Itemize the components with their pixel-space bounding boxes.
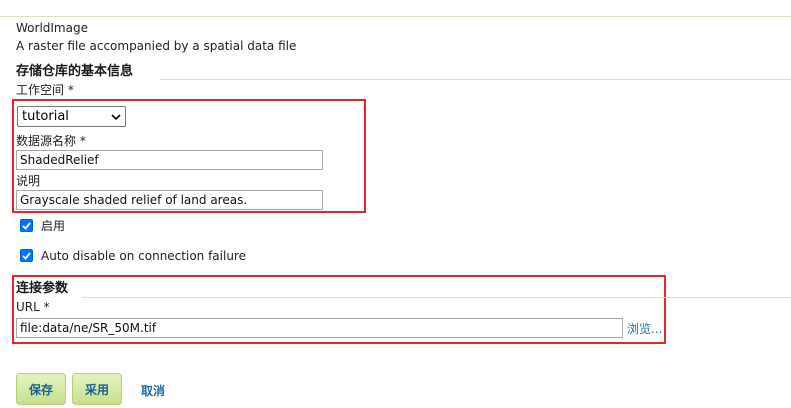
workspace-select[interactable]: tutorial [17,106,126,127]
store-type-name: WorldImage [16,21,88,35]
connection-divider [82,297,791,298]
checkmark-icon [22,221,31,230]
workspace-select-value: tutorial [22,108,69,124]
save-button[interactable]: 保存 [16,373,66,405]
connection-heading: 连接参数 [16,281,69,296]
description-input[interactable]: Grayscale shaded relief of land areas. [16,190,323,210]
browse-link[interactable]: 浏览... [627,320,662,337]
auto-disable-checkbox[interactable] [20,249,33,262]
url-input[interactable]: file:data/ne/SR_50M.tif [16,318,623,338]
datasource-label: 数据源名称 * [16,134,86,148]
checkmark-icon [22,251,31,260]
basic-info-heading: 存储仓库的基本信息 [16,64,134,79]
cancel-link[interactable]: 取消 [141,382,165,399]
auto-disable-label: Auto disable on connection failure [41,249,246,263]
enabled-label: 启用 [41,219,66,233]
chevron-down-icon [111,113,121,120]
url-label: URL * [16,300,50,314]
description-label: 说明 [16,174,41,188]
top-divider [0,16,791,17]
datasource-input[interactable]: ShadedRelief [16,150,323,170]
enabled-checkbox[interactable] [20,219,33,232]
workspace-label: 工作空间 * [16,83,74,97]
basic-info-divider [160,79,791,80]
apply-button[interactable]: 采用 [72,373,122,405]
store-type-description: A raster file accompanied by a spatial d… [16,39,297,53]
